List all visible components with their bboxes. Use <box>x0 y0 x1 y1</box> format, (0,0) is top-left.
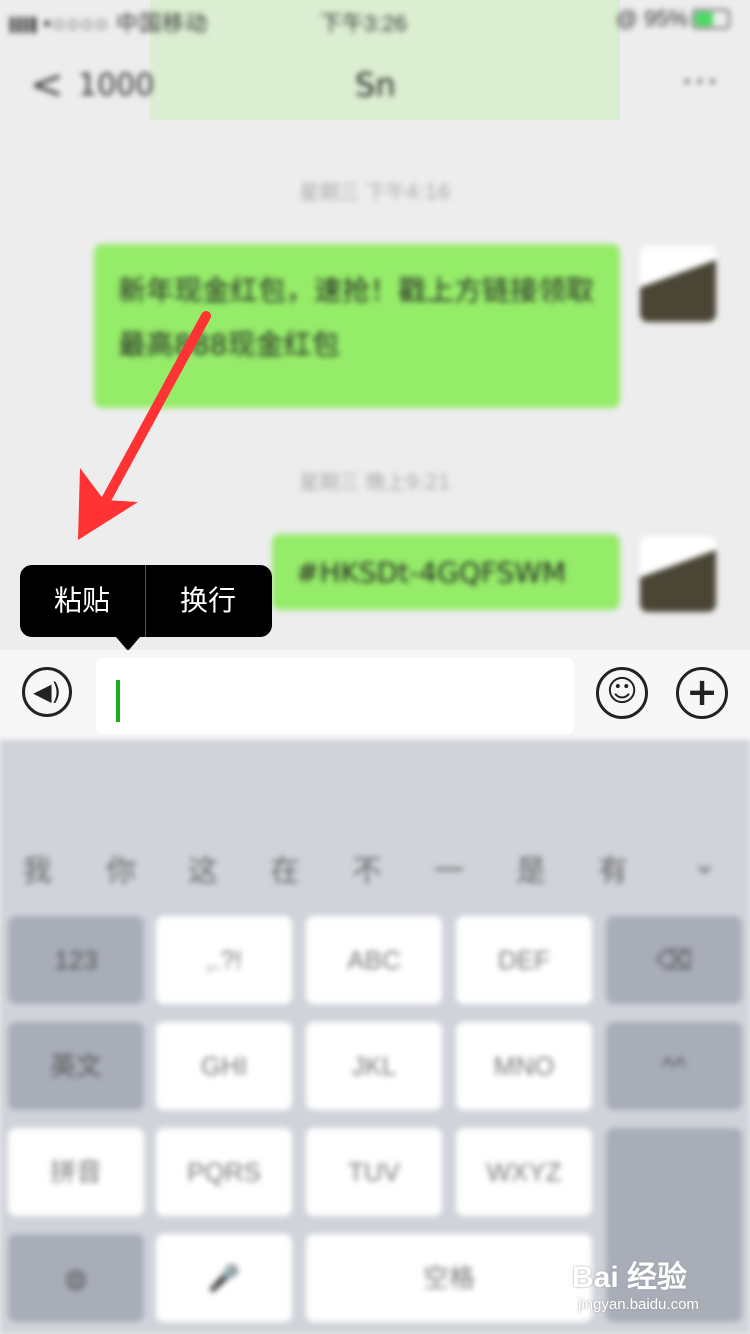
more-icon[interactable]: ··· <box>682 62 720 102</box>
chat-title: Sn <box>355 66 396 104</box>
message-bubble[interactable]: #HKSDt-4GQFSWM <box>272 534 620 610</box>
back-icon[interactable]: < <box>30 62 64 108</box>
voice-input-icon[interactable]: ◀) <box>22 667 72 717</box>
keyboard: 我 你 这 在 不 一 是 有 ⌄ 123 ,.?! ABC DEF ⌫ 英文 … <box>0 740 750 1334</box>
avatar[interactable] <box>640 536 716 612</box>
candidate-bar: 我 你 这 在 不 一 是 有 ⌄ <box>0 840 750 900</box>
key-123[interactable]: 123 <box>8 916 144 1004</box>
candidate-word[interactable]: 不 <box>352 846 382 890</box>
avatar[interactable] <box>640 246 716 322</box>
carrier-text: •○○○○ 中国移动 <box>10 6 208 38</box>
paste-button[interactable]: 粘贴 <box>20 565 144 637</box>
newline-button[interactable]: 换行 <box>146 565 270 637</box>
key-jkl[interactable]: JKL <box>306 1022 442 1110</box>
signal-icon <box>10 17 36 33</box>
mic-key-icon[interactable]: 🎤 <box>156 1234 292 1322</box>
key-pinyin[interactable]: 拼音 <box>8 1128 144 1216</box>
key-pqrs[interactable]: PQRS <box>156 1128 292 1216</box>
key-english[interactable]: 英文 <box>8 1022 144 1110</box>
candidate-word[interactable]: 你 <box>106 846 136 890</box>
space-key[interactable]: 空格 <box>306 1234 592 1322</box>
key-abc[interactable]: ABC <box>306 916 442 1004</box>
edit-menu-popup: 粘贴 换行 <box>20 565 272 651</box>
battery-percent: @ 95% <box>615 6 688 31</box>
watermark-url: jingyan.baidu.com <box>578 1296 699 1313</box>
watermark-logo-text: Bai 经验 <box>572 1261 688 1294</box>
emoji-icon[interactable]: ☺ <box>596 667 648 719</box>
battery-group: @ 95% <box>616 6 730 32</box>
popup-pointer <box>116 637 140 651</box>
delete-key-icon[interactable]: ⌫ <box>606 916 742 1004</box>
candidate-word[interactable]: 是 <box>516 846 546 890</box>
key-ghi[interactable]: GHI <box>156 1022 292 1110</box>
key-tuv[interactable]: TUV <box>306 1128 442 1216</box>
input-toolbar: ◀) ☺ + <box>0 650 750 740</box>
text-cursor <box>116 680 120 722</box>
message-input[interactable] <box>96 658 574 734</box>
candidate-word[interactable]: 我 <box>22 846 52 890</box>
battery-icon <box>692 9 730 29</box>
globe-key-icon[interactable]: ◍ <box>8 1234 144 1322</box>
status-time: 下午3:26 <box>320 11 407 36</box>
key-mno[interactable]: MNO <box>456 1022 592 1110</box>
key-wxyz[interactable]: WXYZ <box>456 1128 592 1216</box>
status-bar: •○○○○ 中国移动 下午3:26 @ 95% <box>0 0 750 40</box>
chat-nav-bar: < 1000 Sn ··· <box>0 50 750 120</box>
candidate-word[interactable]: 一 <box>434 846 464 890</box>
candidate-word[interactable]: 在 <box>270 846 300 890</box>
message-timestamp: 星期三 下午4:16 <box>299 180 451 204</box>
key-def[interactable]: DEF <box>456 916 592 1004</box>
candidate-word[interactable]: 这 <box>188 846 218 890</box>
key-retype[interactable]: ^^ <box>606 1022 742 1110</box>
candidate-word[interactable]: 有 <box>598 846 628 890</box>
baidu-jingyan-watermark: Bai 经验 jingyan.baidu.com <box>572 1252 742 1322</box>
collapse-candidates-icon[interactable]: ⌄ <box>692 846 717 881</box>
plus-icon[interactable]: + <box>676 667 728 719</box>
carrier-label: •○○○○ 中国移动 <box>43 11 209 36</box>
back-unread-count[interactable]: 1000 <box>78 68 154 103</box>
annotation-arrow <box>78 311 211 540</box>
key-punctuation[interactable]: ,.?! <box>156 916 292 1004</box>
